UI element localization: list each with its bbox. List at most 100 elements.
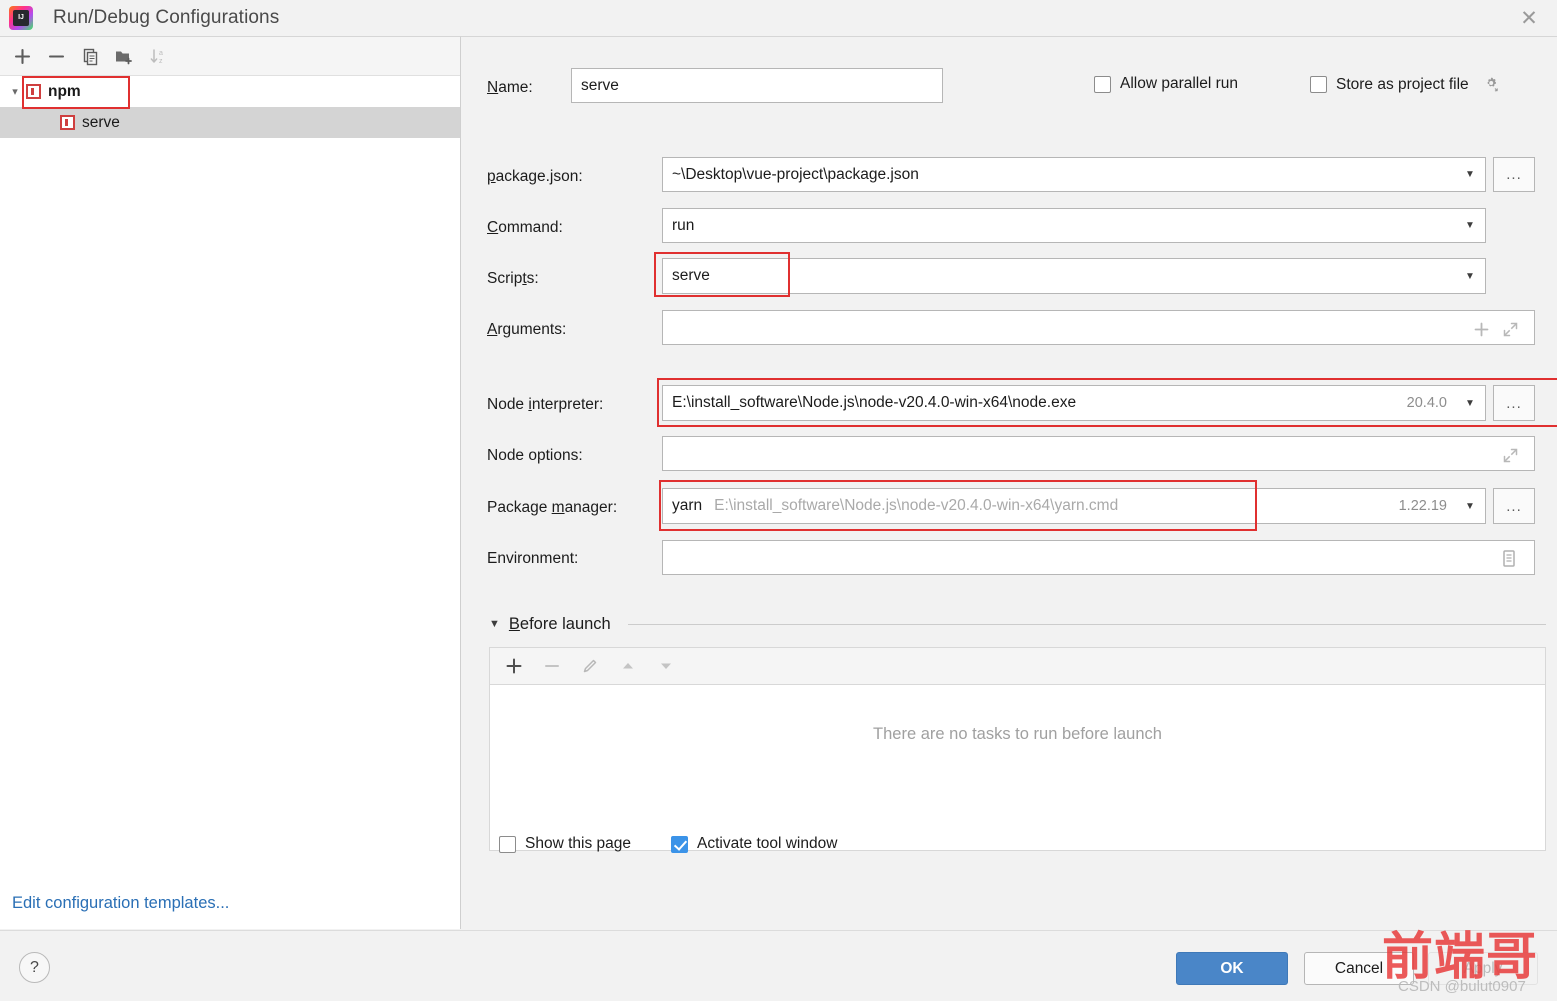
- command-combo[interactable]: run ▼: [662, 208, 1486, 243]
- command-value: run: [672, 216, 695, 234]
- node-interpreter-browse-button[interactable]: ...: [1493, 385, 1535, 421]
- new-folder-button[interactable]: [108, 41, 140, 71]
- node-interpreter-value: E:\install_software\Node.js\node-v20.4.0…: [672, 394, 1077, 411]
- arguments-input[interactable]: [662, 310, 1535, 345]
- npm-icon: [26, 84, 41, 99]
- window-title: Run/Debug Configurations: [53, 7, 280, 28]
- arguments-label: Arguments:: [487, 321, 567, 338]
- environment-label: Environment:: [487, 550, 579, 567]
- tree-item-label: npm: [48, 82, 81, 100]
- configurations-tree[interactable]: ▾ npm serve: [0, 76, 460, 138]
- checkbox-box[interactable]: [671, 835, 688, 853]
- scripts-value: serve: [672, 267, 710, 284]
- node-options-label: Node options:: [487, 447, 583, 464]
- remove-task-button[interactable]: [537, 652, 567, 680]
- help-label: ?: [30, 958, 39, 976]
- help-button[interactable]: ?: [19, 952, 50, 983]
- cancel-button[interactable]: Cancel: [1304, 952, 1414, 985]
- apply-button[interactable]: Apply: [1428, 952, 1538, 985]
- gear-icon[interactable]: [1482, 75, 1501, 94]
- svg-text:a: a: [159, 50, 163, 57]
- allow-parallel-run-label: Allow parallel run: [1120, 75, 1239, 92]
- close-glyph: ✕: [1520, 6, 1538, 30]
- arguments-add-icon[interactable]: [1472, 320, 1490, 338]
- activate-tool-window-label: Activate tool window: [697, 835, 838, 852]
- move-task-up-button[interactable]: [613, 652, 643, 680]
- package-json-value: ~\Desktop\vue-project\package.json: [672, 165, 919, 183]
- activate-tool-window-checkbox[interactable]: Activate tool window: [671, 835, 837, 853]
- move-task-down-button[interactable]: [651, 652, 681, 680]
- before-launch-task-list[interactable]: There are no tasks to run before launch: [489, 684, 1546, 851]
- chevron-down-icon[interactable]: ▼: [1455, 158, 1485, 191]
- package-manager-browse-button[interactable]: ...: [1493, 488, 1535, 524]
- edit-configuration-templates-link[interactable]: Edit configuration templates...: [12, 894, 229, 913]
- tree-item-npm[interactable]: ▾ npm: [0, 76, 460, 107]
- configurations-tree-panel: a z ▾ npm serve Edit configuration templ…: [0, 36, 461, 929]
- package-manager-path: E:\install_software\Node.js\node-v20.4.0…: [714, 497, 1119, 514]
- package-manager-label: Package manager:: [487, 499, 618, 516]
- copy-configuration-button[interactable]: [74, 41, 106, 71]
- scripts-label: Scripts:: [487, 270, 539, 287]
- chevron-down-icon[interactable]: ▼: [1455, 386, 1485, 420]
- package-manager-version: 1.22.19: [1398, 498, 1447, 514]
- checkbox-box[interactable]: [1094, 75, 1111, 93]
- package-manager-combo[interactable]: yarn E:\install_software\Node.js\node-v2…: [662, 488, 1486, 524]
- before-launch-divider: [627, 623, 1546, 625]
- arguments-expand-icon[interactable]: [1501, 320, 1519, 338]
- node-interpreter-combo[interactable]: E:\install_software\Node.js\node-v20.4.0…: [662, 385, 1486, 421]
- show-this-page-label: Show this page: [525, 835, 631, 852]
- close-icon[interactable]: ✕: [1501, 0, 1557, 36]
- window-title-bar: IJ Run/Debug Configurations: [0, 0, 1557, 36]
- scripts-combo[interactable]: serve ▼: [662, 258, 1486, 294]
- ok-label: OK: [1220, 959, 1244, 977]
- browse-ellipsis: ...: [1506, 497, 1522, 515]
- name-label: Name:: [487, 79, 533, 96]
- node-options-input[interactable]: [662, 436, 1535, 471]
- chevron-down-icon[interactable]: ▼: [1455, 209, 1485, 242]
- configurations-toolbar: a z: [0, 37, 460, 76]
- add-task-button[interactable]: [499, 652, 529, 680]
- environment-input[interactable]: [662, 540, 1535, 575]
- intellij-idea-logo-text: IJ: [13, 10, 29, 26]
- ok-button[interactable]: OK: [1176, 952, 1288, 985]
- chevron-down-icon[interactable]: ▼: [1455, 489, 1485, 523]
- edit-task-button[interactable]: [575, 652, 605, 680]
- tree-item-serve[interactable]: serve: [0, 107, 460, 138]
- add-configuration-button[interactable]: [6, 41, 38, 71]
- tree-item-label: serve: [82, 113, 120, 131]
- svg-text:z: z: [159, 58, 163, 65]
- browse-ellipsis: ...: [1506, 166, 1522, 183]
- browse-ellipsis: ...: [1506, 394, 1522, 412]
- node-interpreter-label: Node interpreter:: [487, 396, 604, 413]
- before-launch-empty-message: There are no tasks to run before launch: [873, 725, 1162, 743]
- checkbox-box[interactable]: [499, 835, 516, 853]
- allow-parallel-run-checkbox[interactable]: Allow parallel run: [1094, 75, 1238, 93]
- intellij-idea-logo-icon: IJ: [9, 6, 33, 30]
- name-input[interactable]: serve: [571, 68, 943, 103]
- before-launch-toolbar: [489, 647, 1546, 684]
- remove-configuration-button[interactable]: [40, 41, 72, 71]
- triangle-down-icon[interactable]: ▼: [489, 618, 500, 630]
- before-launch-title: Before launch: [508, 614, 611, 633]
- store-as-project-file-checkbox[interactable]: Store as project file: [1310, 75, 1501, 94]
- store-as-project-file-label: Store as project file: [1336, 75, 1469, 93]
- package-json-browse-button[interactable]: ...: [1493, 157, 1535, 192]
- apply-label: Apply: [1463, 959, 1503, 977]
- cancel-label: Cancel: [1334, 959, 1384, 977]
- package-manager-name: yarn: [672, 497, 703, 514]
- node-interpreter-version: 20.4.0: [1406, 395, 1447, 411]
- chevron-down-icon[interactable]: ▾: [4, 85, 26, 98]
- before-launch-header[interactable]: ▼ Before launch: [489, 613, 1546, 635]
- command-label: Command:: [487, 219, 563, 236]
- node-options-expand-icon[interactable]: [1501, 446, 1519, 464]
- show-this-page-checkbox[interactable]: Show this page: [499, 835, 631, 853]
- sort-configurations-button[interactable]: a z: [142, 41, 174, 71]
- environment-variables-icon[interactable]: [1499, 548, 1519, 568]
- package-json-label: package.json:: [487, 168, 583, 185]
- configuration-form-panel: Name: serve Allow parallel run Store as …: [461, 36, 1557, 929]
- name-input-value: serve: [581, 76, 619, 94]
- chevron-down-icon[interactable]: ▼: [1455, 259, 1485, 293]
- package-json-input[interactable]: ~\Desktop\vue-project\package.json ▼: [662, 157, 1486, 192]
- checkbox-box[interactable]: [1310, 76, 1327, 93]
- npm-icon: [60, 115, 75, 130]
